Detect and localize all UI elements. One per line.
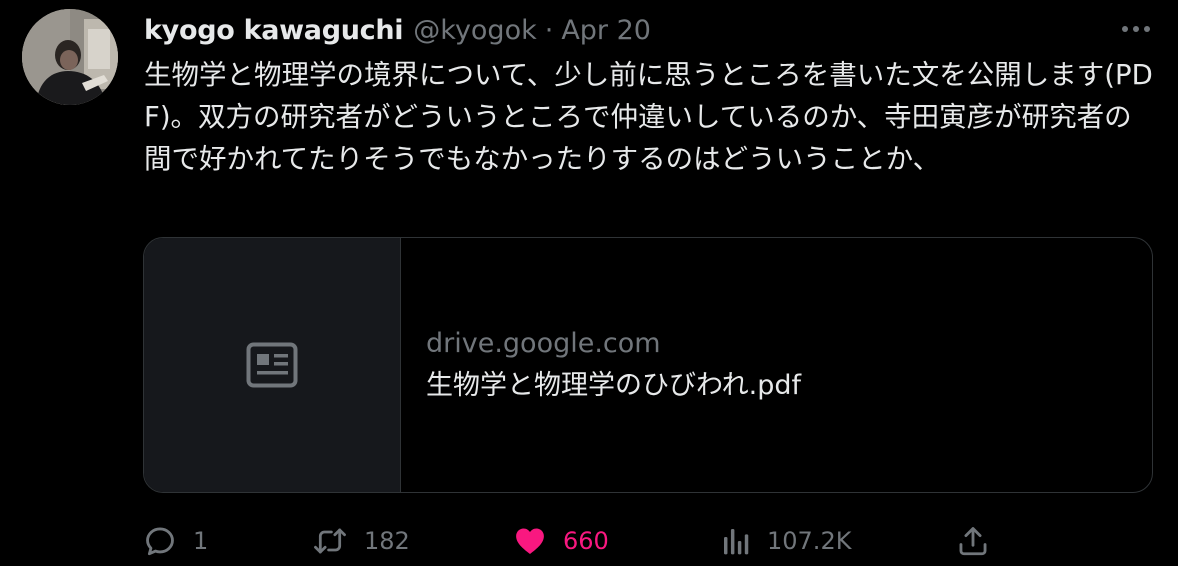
retweet-count: 182: [364, 527, 410, 555]
retweet-button[interactable]: 182: [312, 518, 410, 564]
reply-count: 1: [193, 527, 209, 555]
retweet-icon: [312, 524, 348, 558]
views-button[interactable]: 107.2K: [721, 518, 851, 564]
more-icon[interactable]: [1118, 14, 1154, 44]
tweet-date[interactable]: Apr 20: [561, 15, 651, 46]
like-count: 660: [563, 527, 609, 555]
user-handle[interactable]: @kyogok: [413, 15, 536, 46]
tweet[interactable]: kyogo kawaguchi @kyogok · Apr 20 生物学と物理学…: [0, 0, 1178, 566]
card-thumbnail: [144, 238, 401, 492]
tweet-header: kyogo kawaguchi @kyogok · Apr 20: [144, 10, 651, 50]
share-icon: [956, 524, 990, 558]
display-name[interactable]: kyogo kawaguchi: [144, 15, 404, 46]
action-bar: 1 182 660 107.2K: [0, 518, 1178, 564]
share-button[interactable]: [956, 518, 990, 564]
card-title: 生物学と物理学のひびわれ.pdf: [426, 370, 802, 401]
separator-dot: ·: [544, 14, 554, 46]
card-body: drive.google.com 生物学と物理学のひびわれ.pdf: [401, 238, 1152, 492]
reply-button[interactable]: 1: [143, 518, 208, 564]
views-count: 107.2K: [767, 527, 852, 555]
heart-icon: [513, 524, 547, 558]
article-icon: [246, 342, 298, 388]
reply-icon: [143, 524, 177, 558]
tweet-text: 生物学と物理学の境界について、少し前に思うところを書いた文を公開します(PDF)…: [144, 59, 1153, 175]
like-button[interactable]: 660: [513, 518, 609, 564]
card-domain: drive.google.com: [426, 328, 661, 359]
avatar[interactable]: [22, 9, 118, 105]
views-icon: [721, 525, 751, 557]
link-card[interactable]: drive.google.com 生物学と物理学のひびわれ.pdf: [143, 237, 1153, 493]
